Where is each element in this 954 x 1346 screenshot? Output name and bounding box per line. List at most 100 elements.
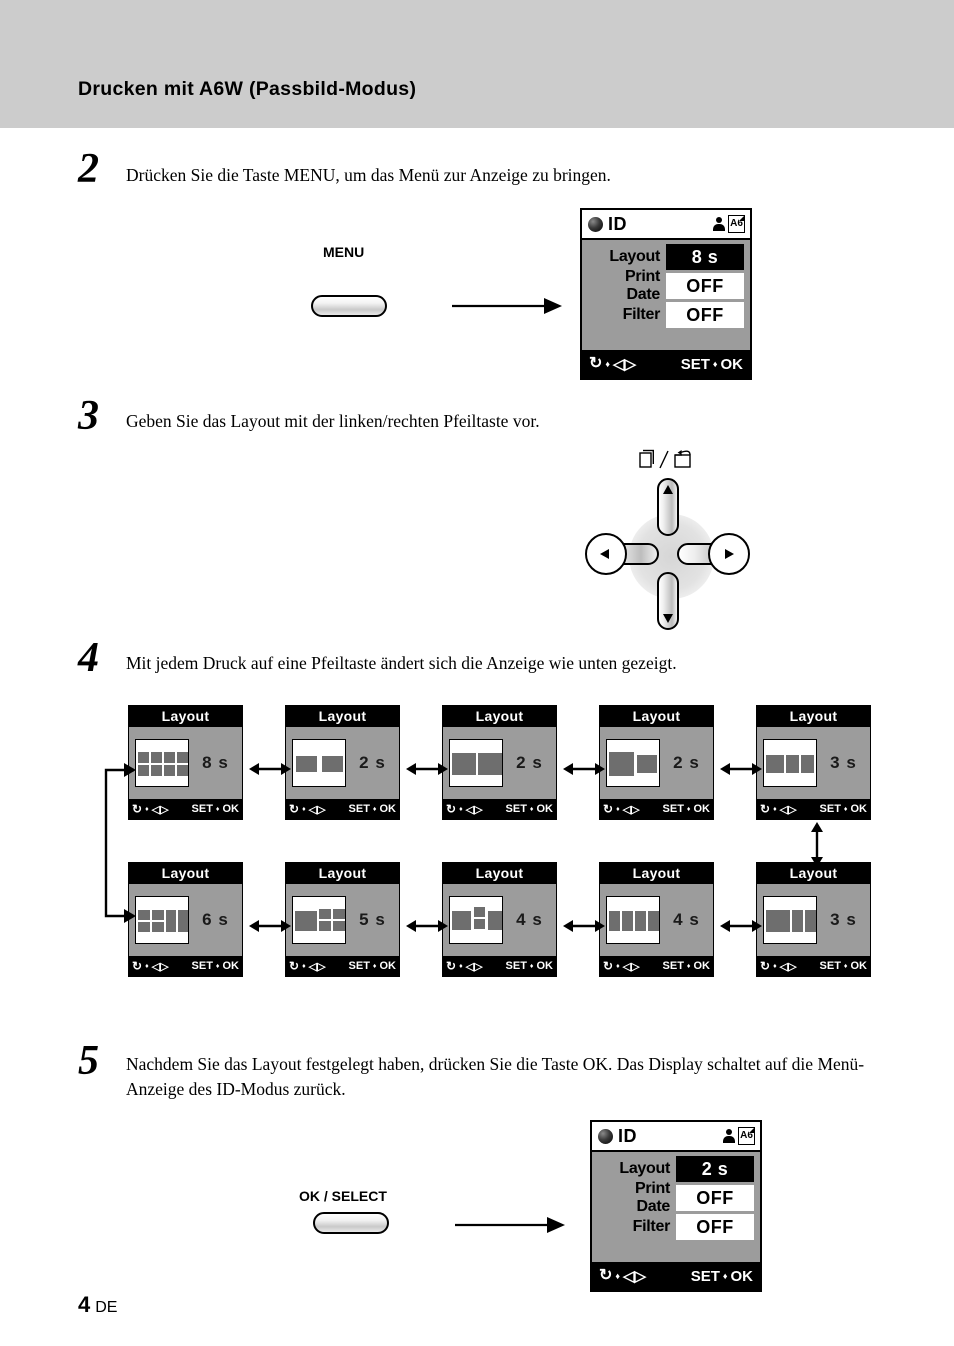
arrow-pad[interactable] <box>585 478 750 630</box>
layout-cell <box>474 919 485 929</box>
layout-screen-title: Layout <box>286 706 399 727</box>
h-arrow-r1-1 <box>249 763 291 775</box>
layout-cell <box>152 910 164 920</box>
h-arrow-r2-2 <box>406 920 448 932</box>
ok-select-button-label: OK / SELECT <box>299 1188 387 1204</box>
h-arrow-r1-2 <box>406 763 448 775</box>
hint-arrow-keys: ◁▷ <box>151 803 169 816</box>
hint-sep: ♦ <box>302 805 306 813</box>
h-arrow-r2-3 <box>563 920 605 932</box>
hint-arrow-keys: ◁▷ <box>308 803 326 816</box>
layout-cell <box>319 921 331 931</box>
layout-preview-area: 2 s <box>286 727 399 799</box>
menu-value-filter-2[interactable]: OFF <box>676 1214 754 1240</box>
hint-arrow-keys: ◁▷ <box>465 803 483 816</box>
layout-cell <box>138 752 149 763</box>
hint-sep: ♦ <box>459 805 463 813</box>
layout-hint-bar: ↻ ♦ ◁▷ SET ♦ OK <box>757 956 870 976</box>
arrow-right-icon <box>725 549 734 559</box>
hint-set-label: SET <box>348 960 370 972</box>
hint-sep: ♦ <box>773 962 777 970</box>
hint-sep-2: ♦ <box>712 359 718 369</box>
loop-icon: ↻ <box>760 959 771 973</box>
hint-ok-label: OK <box>693 960 711 972</box>
hint-set-label-2: SET <box>690 1267 720 1285</box>
layout-preview-area: 3 s <box>757 727 870 799</box>
layout-count: 8 s <box>202 753 229 772</box>
step-4-text: Mit jedem Druck auf eine Pfeiltaste ände… <box>126 653 677 673</box>
loop-icon: ↻ <box>446 802 457 816</box>
hint-arrow-keys: ◁▷ <box>308 960 326 973</box>
menu-value-layout-2[interactable]: 2 s <box>676 1156 754 1182</box>
loop-icon: ↻ <box>132 959 143 973</box>
layout-cell <box>786 755 799 773</box>
layout-cell <box>138 922 150 932</box>
layout-screen-row1-4: Layout 2 s ↻ ♦ ◁▷ SET ♦ OK <box>599 705 714 820</box>
layout-cell <box>322 756 343 772</box>
hint-arrow-keys: ◁▷ <box>465 960 483 973</box>
layout-cell <box>648 911 659 931</box>
layout-cell <box>805 910 816 932</box>
hint-sep: ♦ <box>372 962 377 970</box>
layout-cell <box>319 909 331 919</box>
page-title: Drucken mit A6W (Passbild-Modus) <box>78 78 417 100</box>
hint-sep: ♦ <box>616 805 620 813</box>
layout-hint-bar: ↻ ♦ ◁▷ SET ♦ OK <box>129 799 242 819</box>
hint-sep-4: ♦ <box>722 1271 728 1281</box>
layout-cell <box>333 909 345 919</box>
menu-row-filter[interactable]: Filter OFF <box>588 302 744 328</box>
layout-cell <box>164 765 175 776</box>
hint-sep: ♦ <box>459 962 463 970</box>
layout-hint-bar: ↻ ♦ ◁▷ SET ♦ OK <box>129 956 242 976</box>
menu-row-layout-2[interactable]: Layout 2 s <box>598 1156 754 1182</box>
paper-size-icon-2: A6 <box>738 1127 755 1145</box>
menu-label-layout: Layout <box>609 248 660 265</box>
menu-value-print-date-2[interactable]: OFF <box>676 1185 754 1211</box>
layout-cell <box>474 907 485 917</box>
menu-value-print-date[interactable]: OFF <box>666 273 744 299</box>
layout-hint-bar: ↻ ♦ ◁▷ SET ♦ OK <box>600 799 713 819</box>
ok-select-button[interactable] <box>313 1212 389 1234</box>
hint-arrow-keys: ◁▷ <box>779 803 797 816</box>
menu-button-label: MENU <box>323 244 365 260</box>
hint-sep: ♦ <box>843 805 848 813</box>
layout-preview-area: 2 s <box>600 727 713 799</box>
language-code: DE <box>95 1299 118 1316</box>
layout-cell <box>488 911 502 930</box>
layout-cell <box>478 753 502 775</box>
hint-set-label: SET <box>680 355 710 373</box>
lcd-hint-bar: ↻ ♦ ◁▷ SET ♦ OK <box>582 350 750 378</box>
person-icon <box>712 216 725 232</box>
paper-size-icon: A6 <box>728 215 745 233</box>
hint-sep: ♦ <box>145 805 149 813</box>
layout-sheet-preview <box>135 896 189 944</box>
hint-sep: ♦ <box>616 962 620 970</box>
layout-sheet-preview <box>763 896 817 944</box>
status-icons-2: A6 <box>722 1127 755 1145</box>
layout-sheet-preview <box>449 739 503 787</box>
menu-row-layout[interactable]: Layout 8 s <box>588 244 744 270</box>
hint-sep: ♦ <box>215 962 220 970</box>
arrow-left-icon <box>600 549 609 559</box>
layout-sheet-preview <box>292 896 346 944</box>
menu-row-print-date-2[interactable]: Print Date OFF <box>598 1180 754 1215</box>
hint-sep: ♦ <box>372 805 377 813</box>
arrow-up-icon <box>663 485 673 494</box>
hint-set-label: SET <box>819 960 841 972</box>
layout-sheet-preview <box>292 739 346 787</box>
menu-label-filter-2: Filter <box>632 1218 671 1235</box>
layout-count: 2 s <box>516 753 543 772</box>
hint-ok-label: OK <box>850 960 868 972</box>
flow-arrow-step5 <box>455 1217 565 1233</box>
menu-row-filter-2[interactable]: Filter OFF <box>598 1214 754 1240</box>
layout-screen-title: Layout <box>286 863 399 884</box>
layout-cell <box>609 911 620 931</box>
layout-screen-title: Layout <box>129 863 242 884</box>
menu-row-print-date[interactable]: Print Date OFF <box>588 268 744 303</box>
layout-cell <box>296 756 317 772</box>
page-number: 4 <box>78 1292 91 1317</box>
menu-value-filter[interactable]: OFF <box>666 302 744 328</box>
menu-button[interactable] <box>311 295 387 317</box>
hint-sep: ♦ <box>773 805 777 813</box>
menu-value-layout[interactable]: 8 s <box>666 244 744 270</box>
